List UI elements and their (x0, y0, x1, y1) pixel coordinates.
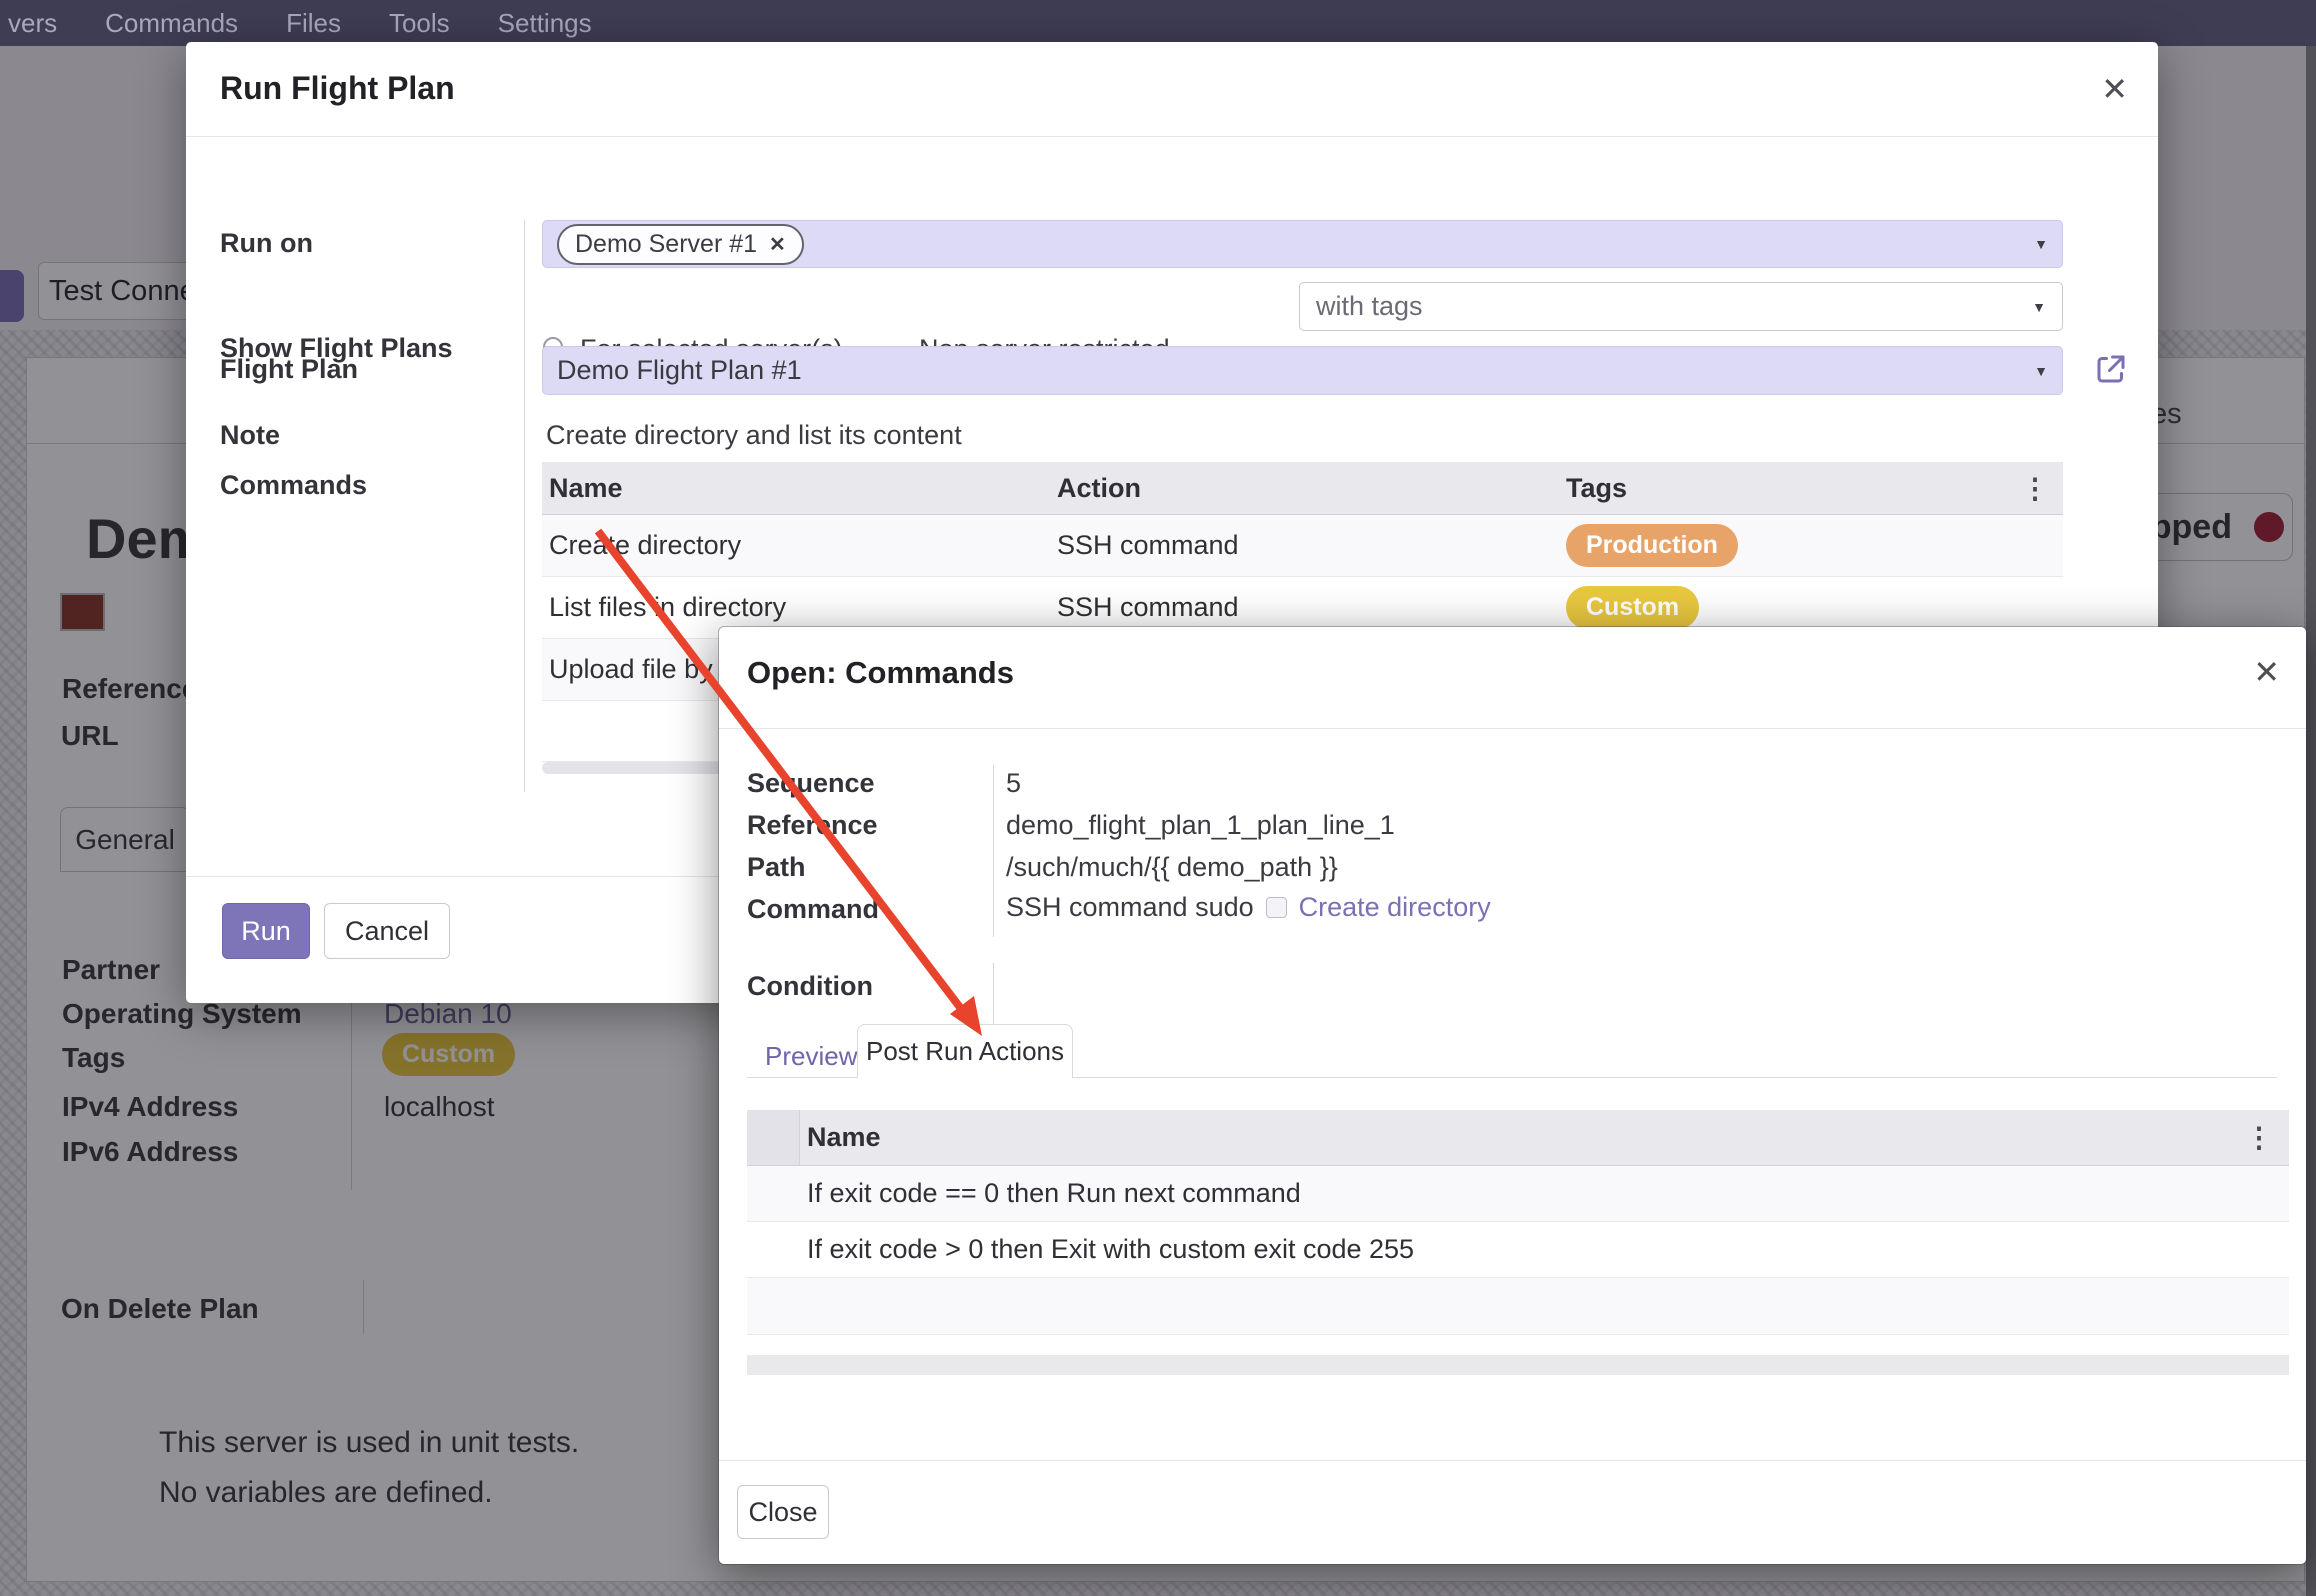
column-name[interactable]: Name (800, 1122, 881, 1153)
run-on-label: Run on (220, 228, 313, 259)
handle-column (747, 1110, 800, 1165)
sequence-value: 5 (1006, 768, 1021, 799)
nav-item-commands[interactable]: Commands (105, 8, 238, 39)
post-run-action: If exit code == 0 then Run next command (807, 1178, 1301, 1209)
flight-plan-value: Demo Flight Plan #1 (557, 355, 802, 386)
server-tag-label: Demo Server #1 (575, 230, 757, 259)
open-commands-modal: Open: Commands ✕ Sequence 5 Reference de… (719, 627, 2306, 1564)
run-on-select[interactable]: Demo Server #1 ✕ ▼ (542, 220, 2063, 268)
row-name: List files in directory (549, 592, 1057, 623)
close-icon[interactable]: ✕ (2101, 70, 2128, 108)
label-column-divider (524, 220, 525, 792)
close-icon[interactable]: ✕ (2253, 653, 2280, 691)
table-row[interactable]: If exit code > 0 then Exit with custom e… (747, 1222, 2289, 1278)
post-run-table-header: Name ⋮ (747, 1110, 2289, 1166)
command-row: SSH command sudo Create directory (1006, 892, 1491, 923)
label-column-divider (993, 765, 994, 937)
row-action: SSH command (1057, 592, 1566, 623)
footer-divider (719, 1460, 2306, 1461)
chevron-down-icon[interactable]: ▼ (2034, 236, 2048, 252)
note-value: Create directory and list its content (546, 420, 962, 451)
cancel-button[interactable]: Cancel (324, 903, 450, 959)
chevron-down-icon[interactable]: ▼ (2034, 363, 2048, 379)
column-action[interactable]: Action (1057, 473, 1566, 504)
tab-post-run-actions[interactable]: Post Run Actions (857, 1024, 1073, 1078)
command-checkbox[interactable] (1266, 897, 1287, 918)
run-flight-plan-title: Run Flight Plan (220, 70, 455, 107)
path-label: Path (747, 852, 806, 883)
table-row-empty (747, 1278, 2289, 1335)
server-tag-chip[interactable]: Demo Server #1 ✕ (557, 224, 804, 265)
table-scroll-area[interactable] (747, 1355, 2289, 1375)
header-divider (186, 136, 2158, 137)
flight-plan-select[interactable]: Demo Flight Plan #1 ▼ (542, 346, 2063, 395)
optional-columns-icon[interactable]: ⋮ (2245, 1121, 2273, 1154)
table-row[interactable]: If exit code == 0 then Run next command (747, 1166, 2289, 1222)
command-value: SSH command sudo (1006, 892, 1254, 923)
reference-label: Reference (747, 810, 878, 841)
reference-value: demo_flight_plan_1_plan_line_1 (1006, 810, 1395, 841)
note-label: Note (220, 420, 280, 451)
remove-tag-icon[interactable]: ✕ (769, 232, 786, 257)
tab-preview[interactable]: Preview (765, 1041, 857, 1072)
with-tags-select[interactable]: with tags ▼ (1299, 282, 2063, 331)
run-button[interactable]: Run (222, 903, 310, 959)
column-name[interactable]: Name (549, 473, 1057, 504)
sequence-label: Sequence (747, 768, 875, 799)
chevron-down-icon[interactable]: ▼ (2032, 299, 2046, 315)
row-action: SSH command (1057, 530, 1566, 561)
row-name: Create directory (549, 530, 1057, 561)
external-link-icon[interactable] (2093, 351, 2129, 387)
command-label: Command (747, 894, 879, 925)
screen: Test Conne es Stopped Demo Reference URL… (0, 0, 2316, 1596)
condition-label: Condition (747, 971, 873, 1002)
commands-table-header: Name Action Tags ⋮ (542, 462, 2063, 515)
top-navbar: vers Commands Files Tools Settings (0, 0, 2316, 46)
flight-plan-label: Flight Plan (220, 354, 358, 385)
optional-columns-icon[interactable]: ⋮ (2021, 472, 2049, 505)
commands-label: Commands (220, 470, 367, 501)
custom-tag-badge: Custom (1566, 586, 1699, 629)
nav-item-tools[interactable]: Tools (389, 8, 450, 39)
table-row[interactable]: Create directory SSH command Production (542, 515, 2063, 577)
close-button[interactable]: Close (737, 1485, 829, 1539)
path-value: /such/much/{{ demo_path }} (1006, 852, 1338, 883)
header-divider (719, 728, 2306, 729)
nav-item-servers[interactable]: vers (8, 8, 57, 39)
create-directory-link[interactable]: Create directory (1299, 892, 1491, 923)
column-tags[interactable]: Tags ⋮ (1566, 472, 2063, 505)
production-tag-badge: Production (1566, 524, 1738, 567)
with-tags-value: with tags (1316, 291, 1423, 322)
nav-item-settings[interactable]: Settings (498, 8, 592, 39)
post-run-action: If exit code > 0 then Exit with custom e… (807, 1234, 1414, 1265)
open-commands-title: Open: Commands (747, 655, 1014, 691)
nav-item-files[interactable]: Files (286, 8, 341, 39)
